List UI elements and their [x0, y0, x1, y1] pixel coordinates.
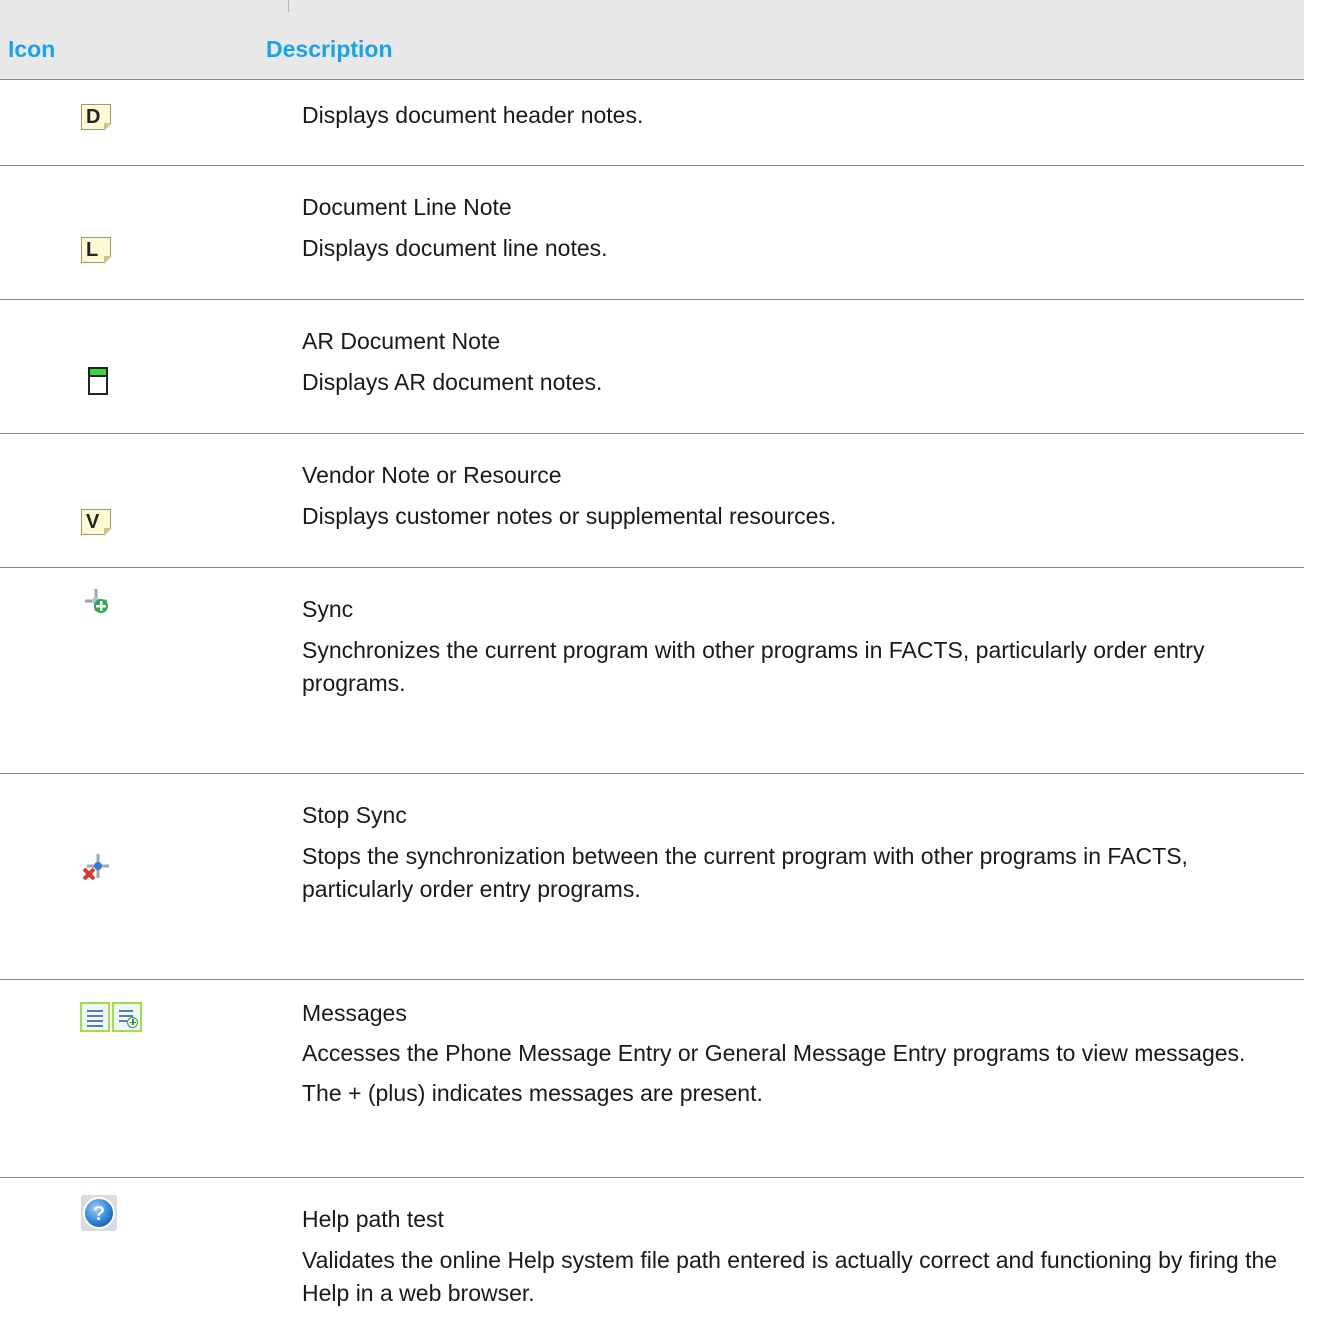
ar-document-note-icon — [88, 367, 108, 395]
row-description: Help path test Validates the online Help… — [302, 1203, 1292, 1318]
row-description: Document Line Note Displays document lin… — [302, 191, 1292, 273]
table-row: Stop Sync Stops the synchronization betw… — [0, 774, 1304, 980]
row-line: Validates the online Help system file pa… — [302, 1247, 1278, 1306]
row-title: Messages — [302, 1000, 407, 1026]
table-row: L Document Line Note Displays document l… — [0, 166, 1304, 300]
row-title: Document Line Note — [302, 194, 512, 220]
table-header: Icon Description — [0, 0, 1304, 80]
row-description: Messages Accesses the Phone Message Entr… — [302, 997, 1292, 1117]
row-title: AR Document Note — [302, 328, 501, 354]
row-line: The + (plus) indicates messages are pres… — [302, 1080, 763, 1106]
document-line-note-icon: L — [81, 237, 112, 264]
table-row: AR Document Note Displays AR document no… — [0, 300, 1304, 434]
header-icon: Icon — [8, 36, 56, 62]
row-title: Stop Sync — [302, 802, 407, 828]
table-row: D Displays document header notes. — [0, 80, 1304, 166]
row-line: Displays AR document notes. — [302, 369, 603, 395]
row-description: Sync Synchronizes the current program wi… — [302, 593, 1292, 708]
row-description: AR Document Note Displays AR document no… — [302, 325, 1292, 407]
svg-text:?: ? — [93, 1203, 105, 1225]
help-icon: ? — [81, 1195, 117, 1236]
row-line: Accesses the Phone Message Entry or Gene… — [302, 1040, 1246, 1066]
messages-icon — [80, 1002, 142, 1032]
header-description: Description — [266, 36, 393, 62]
column-divider-tick — [288, 0, 289, 12]
sync-icon — [81, 585, 111, 620]
row-title: Sync — [302, 596, 354, 622]
row-description: Displays document header notes. — [302, 99, 1292, 140]
vendor-note-icon: V — [81, 509, 112, 536]
row-line: Displays document header notes. — [302, 102, 644, 128]
row-line: Synchronizes the current program with ot… — [302, 637, 1205, 696]
message-list-icon — [80, 1002, 110, 1032]
row-title: Vendor Note or Resource — [302, 462, 562, 488]
row-line: Displays document line notes. — [302, 235, 608, 261]
row-title: Help path test — [302, 1206, 444, 1232]
table-row: Sync Synchronizes the current program wi… — [0, 568, 1304, 774]
row-description: Stop Sync Stops the synchronization betw… — [302, 799, 1292, 914]
row-line: Displays customer notes or supplemental … — [302, 503, 837, 529]
table-row: ? Help path test Validates the online He… — [0, 1178, 1304, 1329]
table-row: Messages Accesses the Phone Message Entr… — [0, 980, 1304, 1178]
message-plus-icon — [112, 1002, 142, 1032]
row-line: Stops the synchronization between the cu… — [302, 843, 1188, 902]
row-description: Vendor Note or Resource Displays custome… — [302, 459, 1292, 541]
document-header-note-icon: D — [81, 104, 112, 131]
stop-sync-icon — [81, 852, 111, 887]
table-row: V Vendor Note or Resource Displays custo… — [0, 434, 1304, 568]
